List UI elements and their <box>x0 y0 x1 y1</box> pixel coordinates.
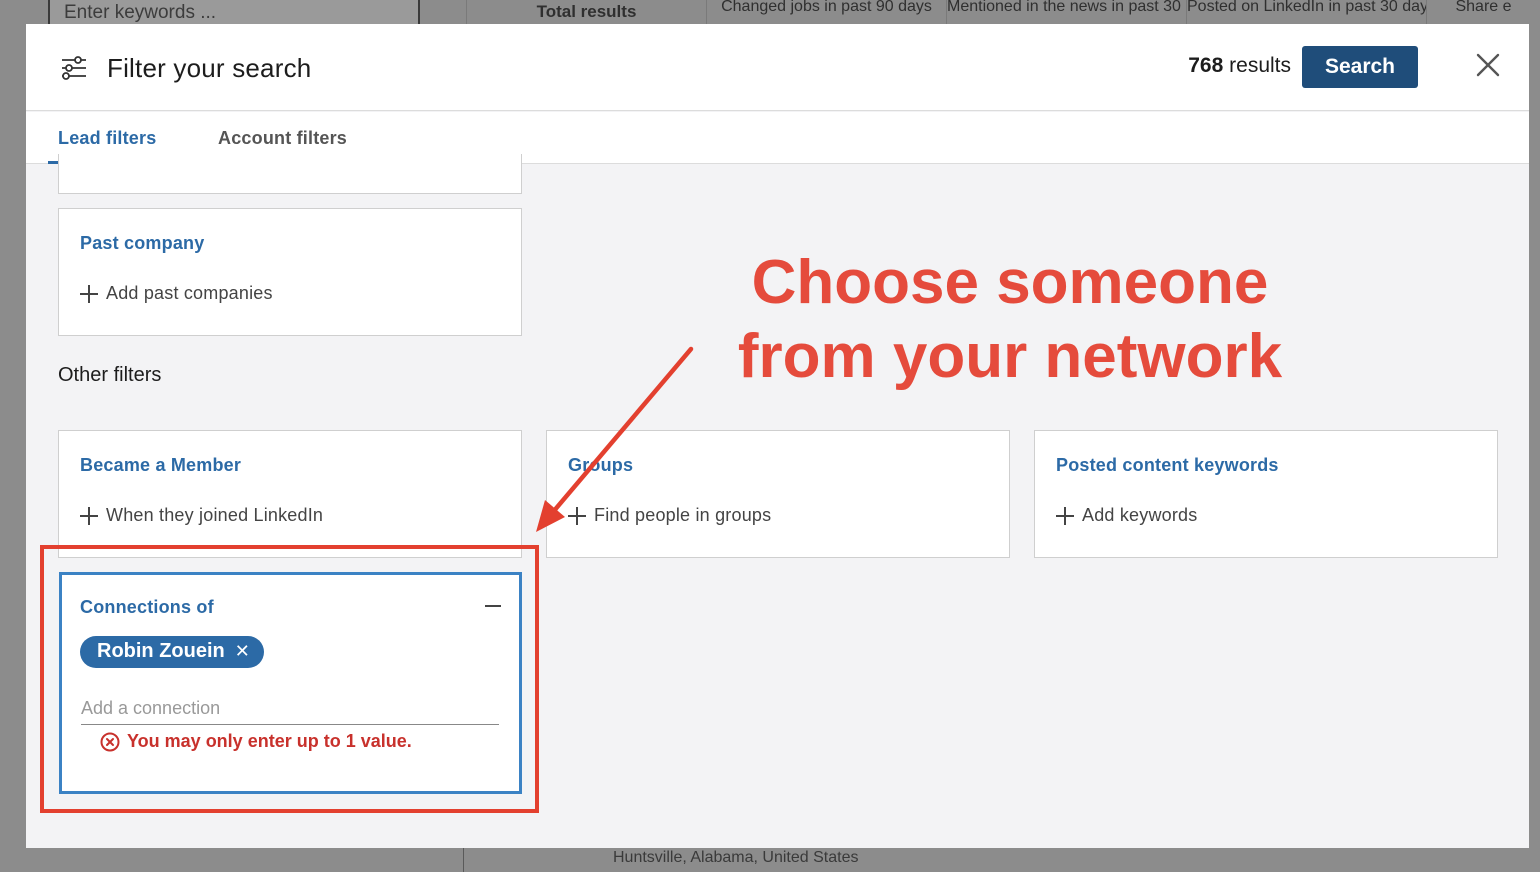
add-keywords-label: Add keywords <box>1082 505 1198 525</box>
tab-lead-filters[interactable]: Lead filters <box>58 128 156 149</box>
annotation-highlight-box <box>40 545 539 813</box>
results-count: 768 results <box>1188 54 1291 78</box>
filter-sliders-icon <box>62 56 86 80</box>
close-icon[interactable] <box>1473 50 1503 80</box>
results-number: 768 <box>1188 54 1224 77</box>
became-member-title: Became a Member <box>80 455 242 475</box>
plus-icon <box>1056 506 1074 525</box>
modal-title: Filter your search <box>107 53 312 83</box>
groups-title: Groups <box>568 455 634 475</box>
background-divider <box>463 848 464 872</box>
add-past-companies-button[interactable]: Add past companies <box>80 283 273 304</box>
background-column-mentioned-news: Mentioned in the news in past 30 days <box>946 0 1186 24</box>
add-groups-button[interactable]: Find people in groups <box>568 505 771 526</box>
add-join-date-button[interactable]: When they joined LinkedIn <box>80 505 323 526</box>
annotation-line-2: from your network <box>737 322 1283 391</box>
past-company-title: Past company <box>80 233 205 253</box>
add-join-date-label: When they joined LinkedIn <box>106 505 324 525</box>
plus-icon <box>80 506 98 525</box>
background-column-changed-jobs: Changed jobs in past 90 days <box>706 0 946 24</box>
background-table-header: Total results Changed jobs in past 90 da… <box>466 0 1540 24</box>
plus-icon <box>80 284 98 303</box>
modal-header: Filter your search 768 results Search <box>26 24 1529 111</box>
filter-card-posted-content[interactable]: Posted content keywords Add keywords <box>1034 430 1498 558</box>
annotation-callout: Choose someone from your network <box>710 246 1310 394</box>
background-location-text: Huntsville, Alabama, United States <box>613 849 859 866</box>
background-column-total-results: Total results <box>466 0 706 24</box>
filter-card-partial <box>58 154 522 194</box>
posted-content-title: Posted content keywords <box>1056 455 1279 475</box>
search-button[interactable]: Search <box>1302 46 1418 88</box>
other-filters-heading: Other filters <box>58 364 162 386</box>
results-label: results <box>1229 54 1291 77</box>
add-keywords-button[interactable]: Add keywords <box>1056 505 1197 526</box>
background-column-posted-linkedin: Posted on LinkedIn in past 30 days <box>1186 0 1426 24</box>
add-past-companies-label: Add past companies <box>106 283 273 303</box>
filter-card-became-member[interactable]: Became a Member When they joined LinkedI… <box>58 430 522 558</box>
add-groups-label: Find people in groups <box>594 505 772 525</box>
tab-account-filters[interactable]: Account filters <box>218 128 347 149</box>
plus-icon <box>568 506 586 525</box>
annotation-line-1: Choose someone <box>751 248 1269 317</box>
filter-card-groups[interactable]: Groups Find people in groups <box>546 430 1010 558</box>
filter-card-past-company[interactable]: Past company Add past companies <box>58 208 522 336</box>
background-column-share: Share e <box>1426 0 1540 24</box>
